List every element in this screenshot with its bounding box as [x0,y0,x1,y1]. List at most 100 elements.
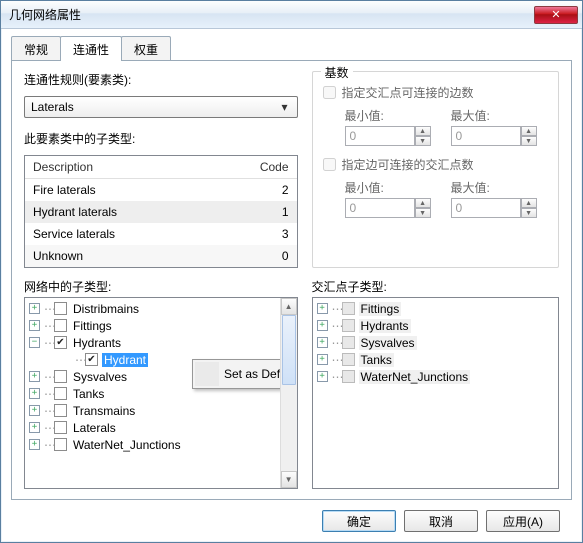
tree-item[interactable]: +⋯Sysvalves [313,334,558,351]
junc-minmax: 最小值: ▲▼ 最大值: ▲▼ [323,179,548,218]
tree-item[interactable]: +⋯WaterNet_Junctions [313,368,558,385]
edges-min-label: 最小值: [345,107,431,124]
scroll-down-icon[interactable]: ▼ [281,471,297,488]
dialog-body: 常规 连通性 权重 连通性规则(要素类): Laterals ▾ 此要素类中的子… [1,29,582,542]
cardinality-fieldset: 基数 指定交汇点可连接的边数 最小值: ▲▼ [312,71,559,268]
checkbox-icon[interactable] [54,404,67,417]
scroll-up-icon[interactable]: ▲ [281,298,297,315]
tab-general[interactable]: 常规 [11,36,61,61]
edges-check-row: 指定交汇点可连接的边数 [323,84,548,101]
grid-row[interactable]: Service laterals 3 [25,223,297,245]
checkbox-icon[interactable] [342,370,355,383]
checkbox-icon[interactable] [85,353,98,366]
junc-max-spinner[interactable]: ▲▼ [451,198,537,218]
tree-item-hydrants[interactable]: −⋯Hydrants [25,334,280,351]
junc-max-input[interactable] [451,198,521,218]
tree-item[interactable]: +⋯Fittings [25,317,280,334]
checkbox-icon[interactable] [342,353,355,366]
edges-min-input[interactable] [345,126,415,146]
expand-icon[interactable]: + [29,388,40,399]
checkbox-icon[interactable] [54,438,67,451]
spin-down-icon[interactable]: ▼ [415,208,431,218]
expand-icon[interactable]: + [317,320,328,331]
junc-max-label: 最大值: [451,179,537,196]
grid-row[interactable]: Hydrant laterals 1 [25,201,297,223]
cancel-button[interactable]: 取消 [404,510,478,532]
collapse-icon[interactable]: − [29,337,40,348]
expand-icon[interactable]: + [317,337,328,348]
tab-connectivity[interactable]: 连通性 [60,36,122,61]
checkbox-icon[interactable] [54,387,67,400]
expand-icon[interactable]: + [29,371,40,382]
checkbox-icon[interactable] [342,302,355,315]
tree-item[interactable]: +⋯Distribmains [25,300,280,317]
expand-icon[interactable]: + [29,405,40,416]
grid-row[interactable]: Unknown 0 [25,245,297,267]
chevron-down-icon: ▾ [277,100,293,114]
tree-item[interactable]: +⋯Transmains [25,402,280,419]
grid-header: Description Code [25,156,297,179]
edges-check-label: 指定交汇点可连接的边数 [342,84,474,101]
spin-down-icon[interactable]: ▼ [521,136,537,146]
spin-up-icon[interactable]: ▲ [521,126,537,136]
col-code: Code [239,160,289,174]
edges-max-input[interactable] [451,126,521,146]
checkbox-icon[interactable] [342,319,355,332]
tab-panel-connectivity: 连通性规则(要素类): Laterals ▾ 此要素类中的子类型: Descri… [11,60,572,500]
top-row: 连通性规则(要素类): Laterals ▾ 此要素类中的子类型: Descri… [24,71,559,268]
tree-item[interactable]: +⋯Tanks [313,351,558,368]
spin-up-icon[interactable]: ▲ [521,198,537,208]
expand-icon[interactable]: + [29,320,40,331]
checkbox-icon[interactable] [342,336,355,349]
scroll-track[interactable] [281,315,297,471]
expand-icon[interactable]: + [317,354,328,365]
scroll-thumb[interactable] [282,315,296,385]
ok-button[interactable]: 确定 [322,510,396,532]
checkbox-icon[interactable] [54,302,67,315]
expand-icon[interactable]: + [29,303,40,314]
tab-weight[interactable]: 权重 [121,36,171,61]
left-column-bottom: 网络中的子类型: +⋯Distribmains +⋯Fittings −⋯Hyd… [24,278,298,489]
network-subtypes-tree[interactable]: +⋯Distribmains +⋯Fittings −⋯Hydrants ⋯Hy… [24,297,298,489]
grid-row[interactable]: Fire laterals 2 [25,179,297,201]
junc-check-row: 指定边可连接的交汇点数 [323,156,548,173]
expand-icon[interactable]: + [29,422,40,433]
selected-item: Hydrant [102,353,148,367]
spin-up-icon[interactable]: ▲ [415,126,431,136]
edges-checkbox[interactable] [323,86,336,99]
subtypes-grid[interactable]: Description Code Fire laterals 2 Hydrant… [24,155,298,268]
tree-item[interactable]: +⋯WaterNet_Junctions [25,436,280,453]
spin-down-icon[interactable]: ▼ [415,136,431,146]
apply-button[interactable]: 应用(A) [486,510,560,532]
junc-check-label: 指定边可连接的交汇点数 [342,156,474,173]
expand-icon[interactable]: + [317,303,328,314]
spin-down-icon[interactable]: ▼ [521,208,537,218]
junction-subtypes-tree[interactable]: +⋯Fittings +⋯Hydrants +⋯Sysvalves +⋯Tank… [312,297,559,489]
close-icon: ✕ [551,8,560,21]
spin-up-icon[interactable]: ▲ [415,198,431,208]
feature-class-value: Laterals [31,100,74,114]
expand-icon[interactable]: + [29,439,40,450]
expand-icon[interactable]: + [317,371,328,382]
close-button[interactable]: ✕ [534,6,578,24]
feature-class-combo[interactable]: Laterals ▾ [24,96,298,118]
right-column-bottom: 交汇点子类型: +⋯Fittings +⋯Hydrants +⋯Sysvalve… [312,278,559,489]
junctions-checkbox[interactable] [323,158,336,171]
checkbox-icon[interactable] [54,319,67,332]
junc-min-input[interactable] [345,198,415,218]
scrollbar[interactable]: ▲ ▼ [280,298,297,488]
checkbox-icon[interactable] [54,336,67,349]
tree-item-hydrant[interactable]: ⋯Hydrant Set as Default [25,351,280,368]
right-column-top: 基数 指定交汇点可连接的边数 最小值: ▲▼ [312,71,559,268]
tree-item[interactable]: +⋯Hydrants [313,317,558,334]
junc-min-spinner[interactable]: ▲▼ [345,198,431,218]
junc-min-label: 最小值: [345,179,431,196]
checkbox-icon[interactable] [54,370,67,383]
grid-body: Fire laterals 2 Hydrant laterals 1 Servi… [25,179,297,267]
net-subtypes-label: 网络中的子类型: [24,278,298,295]
edges-min-spinner[interactable]: ▲▼ [345,126,431,146]
checkbox-icon[interactable] [54,421,67,434]
edges-max-spinner[interactable]: ▲▼ [451,126,537,146]
tree-item[interactable]: +⋯Fittings [313,300,558,317]
tree-item[interactable]: +⋯Laterals [25,419,280,436]
